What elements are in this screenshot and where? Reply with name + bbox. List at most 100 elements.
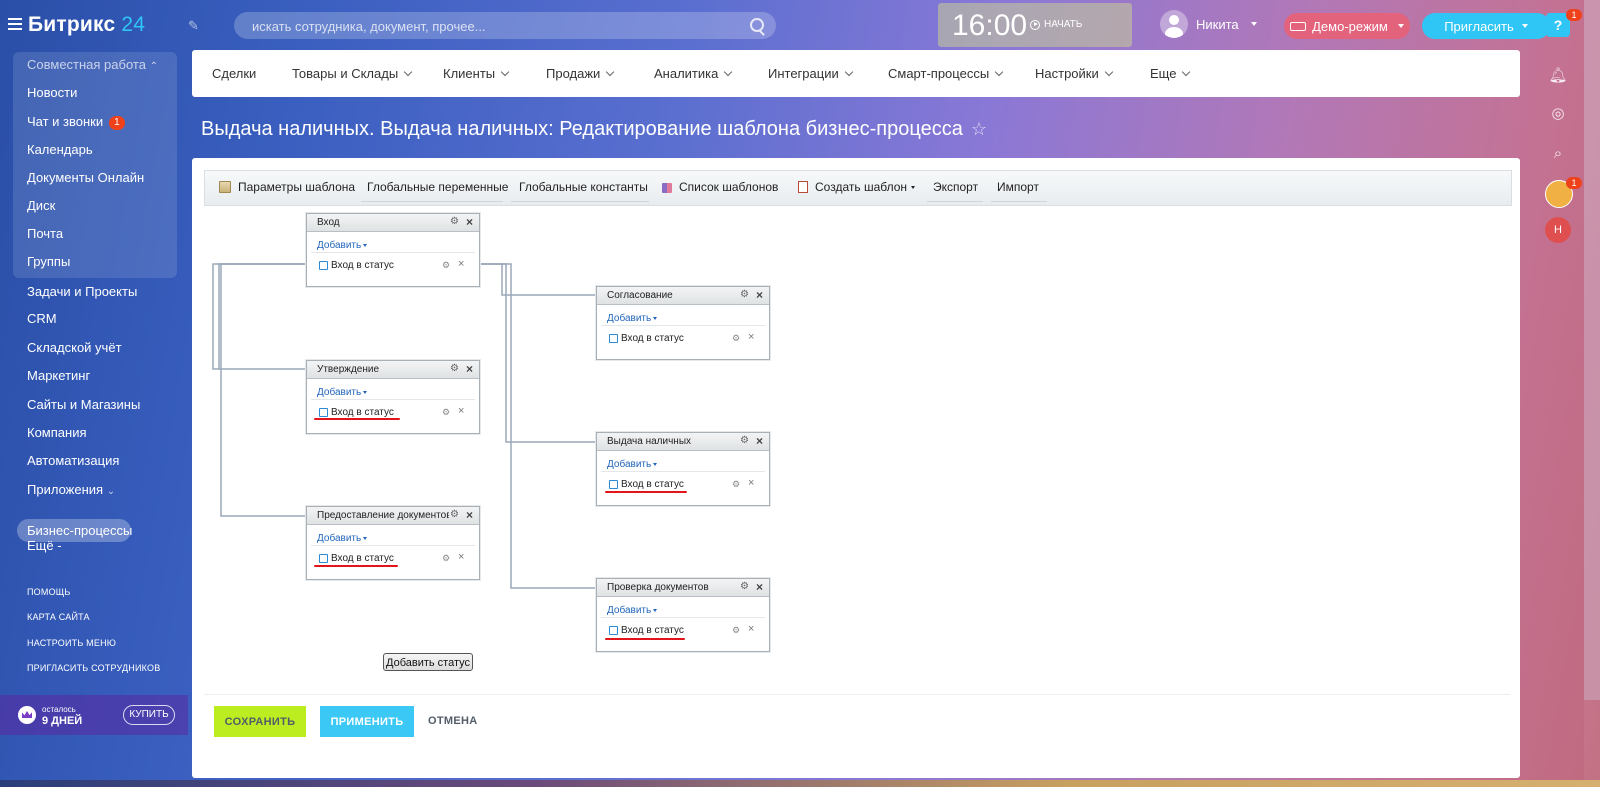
state-block-entry[interactable]: Вход ⚙ × Добавить Вход в статус ⚙ × [306,213,480,287]
sidebar-item-docs[interactable]: Документы Онлайн [27,170,144,185]
add-action-link[interactable]: Добавить [607,313,658,324]
gear-icon[interactable]: ⚙ [442,553,450,564]
sidebar-item-disk[interactable]: Диск [27,198,55,213]
close-icon[interactable]: × [748,477,754,489]
apply-button[interactable]: ПРИМЕНИТЬ [320,706,414,737]
user-menu[interactable]: Никита [1160,10,1257,38]
sidebar-item-crm[interactable]: CRM [27,311,57,326]
close-icon[interactable]: × [756,580,763,594]
sidebar-link-sitemap[interactable]: КАРТА САЙТА [27,612,90,622]
nav-settings[interactable]: Настройки [1035,66,1113,81]
nav-more[interactable]: Еще [1150,66,1191,81]
nav-products[interactable]: Товары и Склады [292,66,413,81]
sidebar-item-tasks[interactable]: Задачи и Проекты [27,284,137,299]
nav-deals[interactable]: Сделки [212,66,256,81]
sidebar-link-help[interactable]: ПОМОЩЬ [27,587,71,597]
sidebar-link-invite[interactable]: ПРИГЛАСИТЬ СОТРУДНИКОВ [27,663,160,673]
gear-icon[interactable]: ⚙ [442,407,450,418]
toolbar-create-template[interactable]: Создать шаблон [798,180,916,194]
close-icon[interactable]: × [748,623,754,635]
contact-avatar-letter[interactable]: Н [1545,217,1571,243]
gear-icon[interactable]: ⚙ [732,479,740,490]
sidebar-item-calendar[interactable]: Календарь [27,142,93,157]
nav-smart-processes[interactable]: Смарт-процессы [888,66,1004,81]
close-icon[interactable]: × [458,258,464,270]
sidebar-item-inventory[interactable]: Складской учёт [27,340,122,355]
state-action-row[interactable]: Вход в статус ⚙ × [311,252,475,277]
nav-integrations[interactable]: Интеграции [768,66,853,81]
add-action-link[interactable]: Добавить [317,240,368,251]
close-icon[interactable]: × [466,362,473,376]
logo[interactable]: Битрикс 24 [28,13,145,37]
state-header[interactable]: Предоставление документов ⚙ × [307,507,479,525]
search-icon[interactable]: ⌕ [1548,144,1568,164]
state-block-documents[interactable]: Предоставление документов ⚙ × Добавить Вхо… [306,506,480,580]
close-icon[interactable]: × [458,551,464,563]
gear-icon[interactable]: ⚙ [732,625,740,636]
gear-icon[interactable]: ⚙ [442,260,450,271]
state-header[interactable]: Вход ⚙ × [307,214,479,232]
gear-icon[interactable]: ⚙ [740,289,749,300]
workday-clock[interactable]: 16:00 НАЧАТЬ [938,3,1132,47]
toolbar-global-constants[interactable]: Глобальные константы [519,180,648,194]
page-scrollbar[interactable] [1584,0,1600,787]
save-button[interactable]: СОХРАНИТЬ [214,706,306,737]
add-status-button[interactable]: Добавить статус [383,653,473,671]
sidebar-item-groups[interactable]: Группы [27,254,70,269]
search-input[interactable] [250,17,724,36]
close-icon[interactable]: × [466,508,473,522]
close-icon[interactable]: × [756,288,763,302]
sidebar-item-bizproc[interactable]: Бизнес-процессы [27,523,132,538]
state-header[interactable]: Утверждение ⚙ × [307,361,479,379]
cancel-button[interactable]: ОТМЕНА [428,715,477,727]
buy-button[interactable]: КУПИТЬ [123,705,175,725]
close-icon[interactable]: × [458,405,464,417]
add-action-link[interactable]: Добавить [317,387,368,398]
add-action-link[interactable]: Добавить [317,533,368,544]
state-header[interactable]: Согласование ⚙ × [597,287,769,305]
sidebar-item-chat[interactable]: Чат и звонки 1 [27,114,125,130]
sidebar-item-marketing[interactable]: Маркетинг [27,368,90,383]
state-header[interactable]: Проверка документов ⚙ × [597,579,769,597]
sidebar-link-configure-menu[interactable]: НАСТРОИТЬ МЕНЮ [27,638,116,648]
toolbar-template-params[interactable]: Параметры шаблона [219,180,355,194]
toolbar-export[interactable]: Экспорт [933,180,978,194]
state-block-cash-out[interactable]: Выдача наличных ⚙ × Добавить Вход в статус… [596,432,770,506]
gear-icon[interactable]: ⚙ [450,509,459,520]
close-icon[interactable]: × [466,215,473,229]
gear-icon[interactable]: ⚙ [450,363,459,374]
add-action-link[interactable]: Добавить [607,605,658,616]
chat-icon[interactable]: ◎ [1548,104,1568,124]
state-block-agreement[interactable]: Согласование ⚙ × Добавить Вход в статус ⚙ × [596,286,770,360]
sidebar-group-title[interactable]: Совместная работа ⌃ [27,57,158,72]
toolbar-import[interactable]: Импорт [997,180,1039,194]
invite-button[interactable]: Пригласить [1422,13,1550,39]
sidebar-item-sites[interactable]: Сайты и Магазины [27,397,140,412]
toolbar-global-variables[interactable]: Глобальные переменные [367,180,508,194]
toolbar-template-list[interactable]: Список шаблонов [662,180,778,194]
state-action-row[interactable]: Вход в статус ⚙ × [311,399,475,424]
search-icon[interactable] [750,18,764,32]
nav-clients[interactable]: Клиенты [443,66,510,81]
state-block-doc-check[interactable]: Проверка документов ⚙ × Добавить Вход в ст… [596,578,770,652]
sidebar-item-automation[interactable]: Автоматизация [27,453,119,468]
state-block-approval[interactable]: Утверждение ⚙ × Добавить Вход в статус ⚙ × [306,360,480,434]
star-icon[interactable]: ☆ [971,119,987,139]
nav-sales[interactable]: Продажи [546,66,615,81]
sidebar-item-news[interactable]: Новости [27,85,77,100]
start-workday-button[interactable]: НАЧАТЬ [1030,19,1082,30]
sidebar-item-company[interactable]: Компания [27,425,87,440]
sidebar-item-mail[interactable]: Почта [27,226,63,241]
state-action-row[interactable]: Вход в статус ⚙ × [601,325,765,350]
bell-icon[interactable]: 🔔︎ [1548,66,1568,86]
menu-icon[interactable] [8,18,22,30]
gear-icon[interactable]: ⚙ [450,216,459,227]
pencil-icon[interactable]: ✎ [188,18,199,34]
gear-icon[interactable]: ⚙ [740,435,749,446]
close-icon[interactable]: × [756,434,763,448]
state-header[interactable]: Выдача наличных ⚙ × [597,433,769,451]
close-icon[interactable]: × [748,331,754,343]
sidebar-item-more[interactable]: Ещё - [27,538,62,553]
gear-icon[interactable]: ⚙ [740,581,749,592]
demo-mode-button[interactable]: Демо-режим [1284,13,1410,39]
